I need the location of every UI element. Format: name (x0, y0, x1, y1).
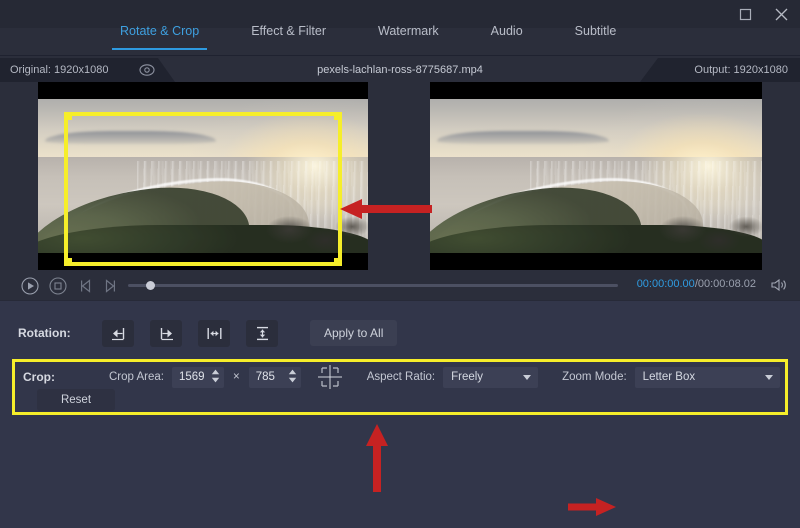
reset-button[interactable]: Reset (37, 389, 115, 411)
info-bar: Original: 1920x1080 pexels-lachlan-ross-… (0, 58, 800, 82)
aspect-ratio-label: Aspect Ratio: (367, 371, 435, 383)
chevron-down-icon (765, 375, 773, 380)
apply-to-all-button[interactable]: Apply to All (310, 320, 397, 346)
crop-height-spin-buttons[interactable] (288, 369, 297, 383)
crop-width-spin-buttons[interactable] (211, 369, 220, 383)
rotate-left-icon[interactable] (102, 320, 134, 347)
zoom-mode-select[interactable]: Letter Box (635, 367, 780, 388)
spin-up-icon (211, 369, 220, 375)
apply-to-all-label: Apply to All (324, 326, 383, 340)
multiply-symbol: × (233, 371, 240, 383)
crop-area-label: Crop Area: (109, 371, 164, 383)
rotation-label: Rotation: (18, 326, 96, 340)
snapshot-icon[interactable] (48, 276, 68, 296)
zoom-mode-value: Letter Box (643, 371, 695, 383)
seek-bar[interactable] (128, 284, 618, 287)
output-resolution-tab: Output: 1920x1080 (640, 58, 800, 82)
crop-controls-row: Crop: Crop Area: 1569 × 785 (15, 364, 785, 390)
rotation-row: Rotation: (0, 317, 800, 349)
tab-effect-filter[interactable]: Effect & Filter (251, 16, 326, 50)
crop-settings-panel: Crop: Crop Area: 1569 × 785 (12, 359, 788, 415)
output-preview (430, 82, 762, 270)
crop-selection-rectangle[interactable] (64, 112, 342, 266)
total-time: 00:00:08.02 (698, 278, 756, 290)
current-time: 00:00:00.00 (637, 278, 695, 290)
eye-icon[interactable] (138, 62, 156, 78)
aspect-ratio-select[interactable]: Freely (443, 367, 538, 388)
tab-watermark[interactable]: Watermark (378, 16, 439, 50)
tab-audio[interactable]: Audio (491, 16, 523, 50)
spin-down-icon (288, 377, 297, 383)
tab-subtitle[interactable]: Subtitle (575, 16, 617, 50)
volume-icon[interactable] (770, 277, 788, 293)
time-display: 00:00:00.00/00:00:08.02 (637, 278, 756, 290)
flip-horizontal-icon[interactable] (198, 320, 230, 347)
spin-down-icon (211, 377, 220, 383)
output-canvas (430, 82, 762, 270)
original-resolution-label: Original: 1920x1080 (10, 64, 108, 76)
crop-width-stepper[interactable]: 1569 (172, 367, 224, 388)
reset-label: Reset (61, 394, 91, 406)
output-resolution-label: Output: 1920x1080 (694, 64, 788, 76)
tab-rotate-crop[interactable]: Rotate & Crop (120, 16, 199, 50)
settings-panel: Rotation: (0, 300, 800, 528)
crop-label: Crop: (23, 370, 109, 384)
aspect-ratio-value: Freely (451, 371, 483, 383)
preview-area (0, 82, 800, 270)
play-icon[interactable] (20, 276, 40, 296)
spin-up-icon (288, 369, 297, 375)
original-preview[interactable] (38, 82, 368, 270)
crop-height-value[interactable]: 785 (256, 371, 288, 383)
seek-handle[interactable] (146, 281, 155, 290)
output-video-frame (430, 82, 762, 270)
flip-vertical-icon[interactable] (246, 320, 278, 347)
crop-width-value[interactable]: 1569 (179, 371, 211, 383)
transport-bar: 00:00:00.00/00:00:08.02 (0, 270, 800, 300)
previous-frame-icon[interactable] (76, 276, 96, 296)
rotate-right-icon[interactable] (150, 320, 182, 347)
zoom-mode-label: Zoom Mode: (562, 371, 627, 383)
crop-reset-row: Reset (15, 389, 115, 415)
next-frame-icon[interactable] (100, 276, 120, 296)
video-editor-window: Rotate & Crop Effect & Filter Watermark … (0, 0, 800, 528)
tab-divider (0, 55, 800, 56)
original-canvas (38, 82, 368, 270)
crop-height-stepper[interactable]: 785 (249, 367, 301, 388)
chevron-down-icon (523, 375, 531, 380)
crop-center-icon[interactable] (317, 365, 343, 389)
editor-tabs: Rotate & Crop Effect & Filter Watermark … (0, 16, 800, 56)
